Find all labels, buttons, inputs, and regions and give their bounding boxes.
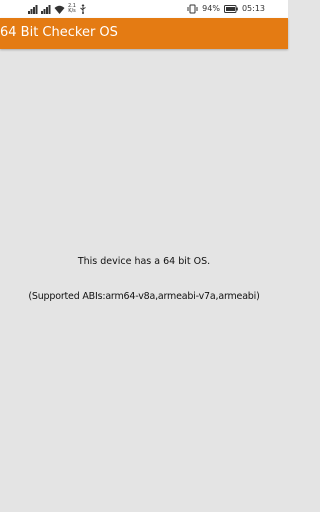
network-speed-unit: K/s <box>68 8 76 14</box>
clock: 05:13 <box>241 4 265 13</box>
app-title: 64 Bit Checker OS <box>0 25 118 40</box>
app-bar: 64 Bit Checker OS <box>0 18 288 49</box>
status-left-icons: 2.1 K/s <box>28 4 87 14</box>
vibrate-icon <box>187 4 198 14</box>
wifi-icon <box>54 5 65 14</box>
signal-icon <box>28 4 38 14</box>
battery-percent: 94% <box>202 4 220 13</box>
os-bitness-message: This device has a 64 bit OS. <box>77 256 211 267</box>
network-speed: 2.1 K/s <box>68 4 76 14</box>
supported-abis-message: (Supported ABIs:arm64-v8a,armeabi-v7a,ar… <box>28 291 260 302</box>
main-content: This device has a 64 bit OS. (Supported … <box>0 49 288 512</box>
signal-icon-secondary <box>41 4 51 14</box>
usb-icon <box>79 4 87 14</box>
status-right-icons: 94% 05:13 <box>187 3 265 15</box>
battery-icon <box>223 5 238 13</box>
status-bar: 2.1 K/s 94% 05:13 <box>0 0 288 18</box>
